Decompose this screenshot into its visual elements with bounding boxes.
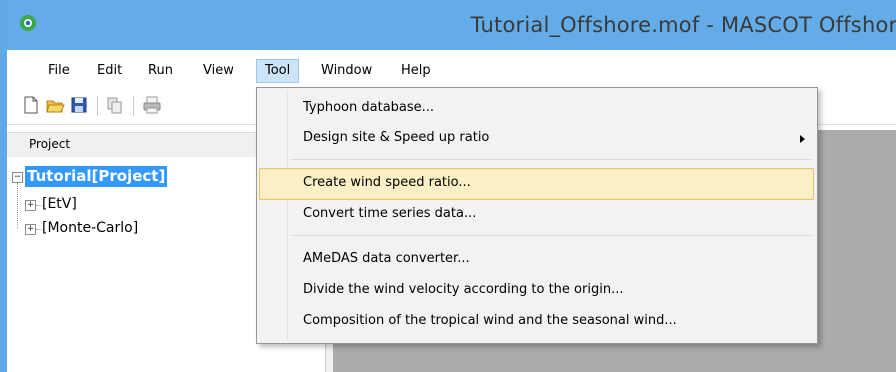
menu-edit[interactable]: Edit (89, 60, 130, 82)
menu-item-design-site-speed-up-ratio[interactable]: Design site & Speed up ratio (303, 125, 803, 151)
tree-connector (17, 183, 18, 229)
project-panel-title: Project (29, 137, 71, 151)
app-window: Tutorial_Offshore.mof - MASCOT Offshore … (0, 0, 896, 372)
new-file-icon[interactable] (21, 95, 41, 115)
app-logo-icon (20, 15, 36, 31)
tree-item-etv[interactable]: [EtV] (42, 196, 77, 212)
menu-view[interactable]: View (195, 60, 242, 82)
menu-item-typhoon-database[interactable]: Typhoon database... (303, 95, 434, 121)
menu-bar: File Edit Run View Tool Window Help (7, 50, 896, 88)
submenu-arrow-icon (800, 135, 805, 143)
tree-root-project[interactable]: Tutorial[Project] (25, 166, 168, 187)
menu-item-convert-time-series[interactable]: Convert time series data... (303, 201, 476, 227)
menu-help[interactable]: Help (393, 60, 439, 82)
menu-item-create-wind-speed-ratio[interactable]: Create wind speed ratio... (303, 170, 471, 196)
menu-separator (291, 235, 811, 236)
tool-menu-dropdown: Typhoon database... Design site & Speed … (256, 87, 818, 344)
tree-item-monte-carlo[interactable]: [Monte-Carlo] (42, 220, 138, 236)
menu-item-composition-tropical-seasonal[interactable]: Composition of the tropical wind and the… (303, 308, 677, 334)
print-icon[interactable] (142, 95, 162, 115)
menu-separator (291, 159, 811, 160)
menu-window[interactable]: Window (313, 60, 380, 82)
menu-run[interactable]: Run (140, 60, 181, 82)
title-bar[interactable]: Tutorial_Offshore.mof - MASCOT Offshore (0, 0, 896, 50)
collapse-icon[interactable]: − (12, 172, 23, 183)
open-folder-icon[interactable] (45, 95, 65, 115)
toolbar-separator (97, 96, 98, 116)
window-title: Tutorial_Offshore.mof - MASCOT Offshore (470, 13, 896, 37)
menu-tool[interactable]: Tool (256, 59, 300, 83)
window-left-border (0, 0, 7, 372)
save-icon[interactable] (69, 95, 89, 115)
menu-icon-gutter (287, 90, 288, 340)
expand-icon[interactable]: + (25, 200, 36, 211)
menu-item-amedas-converter[interactable]: AMeDAS data converter... (303, 246, 470, 272)
toolbar-separator (133, 96, 134, 116)
copy-icon[interactable] (105, 95, 125, 115)
menu-file[interactable]: File (40, 60, 78, 82)
expand-icon[interactable]: + (25, 224, 36, 235)
menu-item-divide-wind-velocity[interactable]: Divide the wind velocity according to th… (303, 277, 623, 303)
